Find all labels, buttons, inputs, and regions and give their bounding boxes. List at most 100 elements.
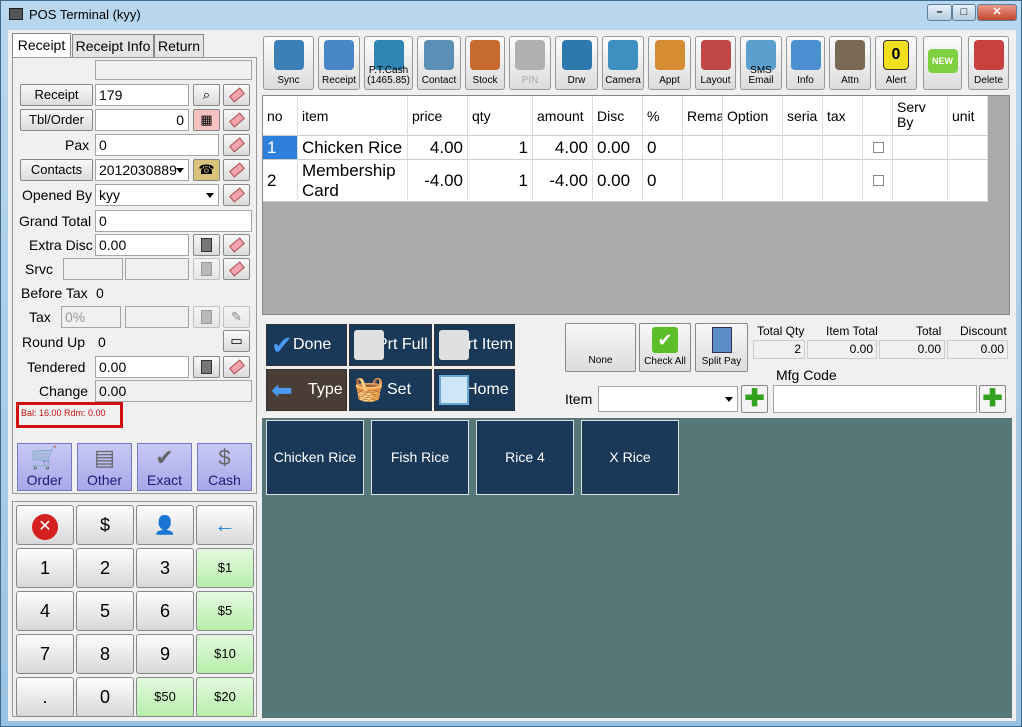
item-select[interactable] [598,386,738,412]
row1-qty[interactable]: 1 [468,136,533,160]
eraser-icon[interactable] [223,234,250,256]
col-header-no[interactable]: no [263,96,298,136]
key-0[interactable]: 0 [76,677,134,717]
toolbar-layout-button[interactable]: Layout [695,36,736,90]
row1-disc[interactable]: 0.00 [593,136,643,160]
toolbar-receipt-button[interactable]: Receipt [318,36,360,90]
add-item-button[interactable]: ✚ [741,385,768,413]
row2-checkbox[interactable] [873,175,884,186]
col-header-remark[interactable]: Rema [683,96,723,136]
row2-no[interactable]: 2 [263,160,298,202]
tendered-field[interactable]: 0.00 [95,356,189,378]
price-tag-key[interactable]: $ [76,505,134,545]
key-50-dollar[interactable]: $50 [136,677,194,717]
toolbar-alert-button[interactable]: 0 Alert [875,36,917,90]
row1-checkbox[interactable] [873,142,884,153]
key-3[interactable]: 3 [136,548,194,588]
contacts-button[interactable]: Contacts [20,159,93,181]
toolbar-drawer-button[interactable]: Drw [555,36,598,90]
row2-disc[interactable]: 0.00 [593,160,643,202]
key-decimal[interactable]: . [16,677,74,717]
receipt-number-field[interactable]: 179 [95,84,189,106]
col-header-serial[interactable]: seria [783,96,823,136]
row2-qty[interactable]: 1 [468,160,533,202]
product-fish-rice[interactable]: Fish Rice [371,420,469,495]
receipt-button[interactable]: Receipt [20,84,93,106]
key-1[interactable]: 1 [16,548,74,588]
close-button[interactable]: ✕ [977,4,1017,21]
key-5-dollar[interactable]: $5 [196,591,254,631]
home-button[interactable]: Home [434,369,515,411]
key-10-dollar[interactable]: $10 [196,634,254,674]
tab-return[interactable]: Return [154,34,204,58]
contact-card-icon[interactable]: ☎ [193,159,220,181]
col-header-check[interactable] [863,96,893,136]
toolbar-stock-button[interactable]: Stock [465,36,505,90]
col-header-disc[interactable]: Disc [593,96,643,136]
col-header-item[interactable]: item [298,96,408,136]
split-pay-button[interactable]: Split Pay [695,323,748,372]
key-7[interactable]: 7 [16,634,74,674]
opened-by-select[interactable]: kyy [95,184,219,206]
row1-serial[interactable] [783,136,823,160]
toolbar-attn-button[interactable]: Attn [829,36,871,90]
calendar-icon[interactable]: ▦ [193,109,220,131]
col-header-unit[interactable]: unit [948,96,988,136]
toolbar-key-button[interactable]: P.T.Cash (1465.85) [364,36,413,90]
row2-amount[interactable]: -4.00 [533,160,593,202]
toolbar-sms-button[interactable]: SMS Email [740,36,782,90]
other-pay-button[interactable]: ▤ Other [77,443,132,491]
toolbar-new-button[interactable]: NEW [923,36,962,90]
toolbar-camera-button[interactable]: Camera [602,36,644,90]
row1-amount[interactable]: 4.00 [533,136,593,160]
check-all-button[interactable]: ✔ Check All [639,323,691,372]
col-header-percent[interactable]: % [643,96,683,136]
product-x-rice[interactable]: X Rice [581,420,679,495]
user-info-key[interactable]: 👤 [136,505,194,545]
row1-tax[interactable] [823,136,863,160]
eraser-icon[interactable] [223,258,250,280]
toolbar-contact-button[interactable]: Contact [417,36,461,90]
key-20-dollar[interactable]: $20 [196,677,254,717]
product-chicken-rice[interactable]: Chicken Rice [266,420,364,495]
toolbar-appt-button[interactable]: Appt [648,36,691,90]
row1-unit[interactable] [948,136,988,160]
col-header-amount[interactable]: amount [533,96,593,136]
row1-item[interactable]: Chicken Rice [298,136,408,160]
col-header-option[interactable]: Option [723,96,783,136]
key-8[interactable]: 8 [76,634,134,674]
col-header-qty[interactable]: qty [468,96,533,136]
row1-remark[interactable] [683,136,723,160]
row1-price[interactable]: 4.00 [408,136,468,160]
row2-tax[interactable] [823,160,863,202]
row2-remark[interactable] [683,160,723,202]
cancel-key[interactable]: ✕ [16,505,74,545]
row2-unit[interactable] [948,160,988,202]
monitor-icon[interactable]: ▭ [223,330,250,352]
toolbar-info-button[interactable]: Info [786,36,825,90]
row1-checkbox-cell[interactable] [863,136,893,160]
col-header-serv-by[interactable]: Serv By [893,96,948,136]
eraser-icon[interactable] [223,84,250,106]
mfg-code-field[interactable] [773,385,977,413]
type-button[interactable]: ⬅ Type [266,369,347,411]
row2-serial[interactable] [783,160,823,202]
extra-disc-field[interactable]: 0.00 [95,234,189,256]
tab-receipt-info[interactable]: Receipt Info [72,34,154,58]
col-header-price[interactable]: price [408,96,468,136]
tbl-order-button[interactable]: Tbl/Order [20,109,93,131]
tab-receipt[interactable]: Receipt [12,33,71,59]
pax-field[interactable]: 0 [95,134,219,156]
tbl-order-stepper[interactable]: 0 [95,109,189,131]
row2-price[interactable]: -4.00 [408,160,468,202]
done-button[interactable]: ✔ Done [266,324,347,366]
toolbar-delete-button[interactable]: Delete [968,36,1009,90]
none-button[interactable]: None [565,323,636,372]
row2-option[interactable] [723,160,783,202]
row1-option[interactable] [723,136,783,160]
eraser-icon[interactable] [223,134,250,156]
key-9[interactable]: 9 [136,634,194,674]
row2-serv-by[interactable] [893,160,948,202]
exact-pay-button[interactable]: ✔ Exact [137,443,192,491]
print-item-button[interactable]: Prt Item [434,324,515,366]
